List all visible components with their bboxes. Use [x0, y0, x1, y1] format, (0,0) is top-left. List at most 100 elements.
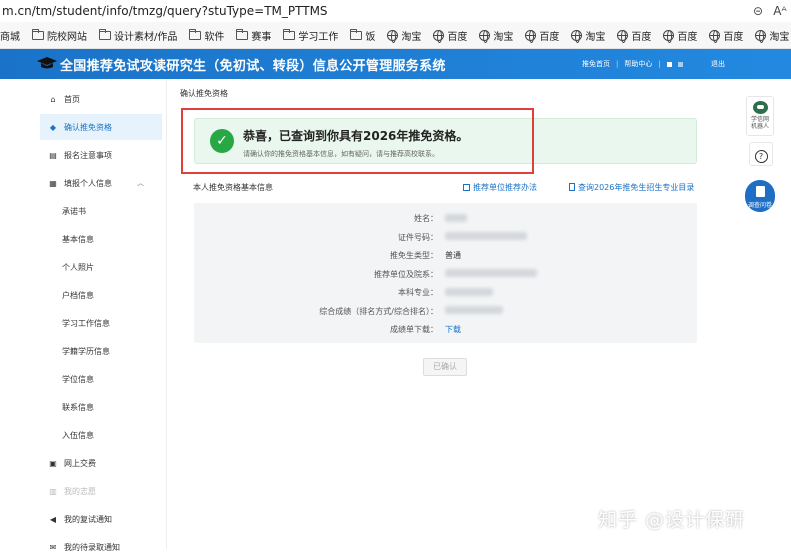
sidebar-item-label: 个人照片 — [62, 262, 94, 272]
sidebar-item-label: 我的待录取通知 — [64, 542, 120, 552]
watermark: 知乎 @设计保研 — [598, 509, 746, 531]
chevron-up-icon[interactable]: ︿ — [137, 178, 144, 188]
recommend-method-link[interactable]: 推荐单位推荐办法 — [463, 182, 537, 193]
bookmark-item[interactable]: 百度 — [663, 28, 697, 43]
sidebar-item[interactable]: 联系信息 — [40, 394, 162, 420]
mail-icon: ✉ — [49, 542, 57, 552]
bookmark-label: 百度 — [539, 31, 560, 43]
sidebar-item[interactable]: 基本信息 — [40, 226, 162, 252]
sidebar-item[interactable]: 户档信息 — [40, 282, 162, 308]
zoom-out-icon[interactable]: ⊝ — [747, 4, 769, 18]
info-row: 推免生类型： 普通 — [194, 250, 697, 262]
bookmark-item[interactable]: 淘宝 — [571, 28, 605, 43]
bookmark-label: 百度 — [723, 31, 744, 43]
bookmark-item[interactable]: 学习工作 — [283, 28, 338, 43]
sidebar-item-label: 户档信息 — [62, 290, 94, 300]
sidebar-item[interactable]: 个人照片 — [40, 254, 162, 280]
survey-widget[interactable]: 调查问卷 — [745, 180, 775, 212]
download-link[interactable]: 下载 — [445, 324, 461, 335]
info-value — [445, 213, 467, 222]
help-center-link[interactable]: 帮助中心 — [624, 59, 652, 69]
bookmark-item[interactable]: 百度 — [709, 28, 743, 43]
info-row: 综合成绩（排名方式/综合排名）： — [194, 306, 697, 318]
bookmark-item[interactable]: 淘宝 — [387, 28, 421, 43]
form-icon: ▦ — [49, 178, 57, 188]
bookmark-item[interactable]: 百度 — [617, 28, 651, 43]
info-value — [445, 287, 493, 296]
redacted-value — [445, 306, 503, 314]
bookmark-label: 赛事 — [251, 31, 272, 43]
address-bar[interactable]: m.cn/tm/student/info/tmzg/query?stuType=… — [0, 4, 747, 18]
read-aloud-icon[interactable]: Aᴬ — [769, 4, 791, 18]
sidebar-item[interactable]: ◆ 确认推免资格 — [40, 114, 162, 140]
bookmark-item[interactable]: 软件 — [189, 28, 224, 43]
confirmed-button[interactable]: 已确认 — [423, 358, 467, 376]
robot-label: 学信网机器人 — [750, 116, 769, 130]
sidebar-item-label: 学位信息 — [62, 374, 94, 384]
folder-icon — [283, 28, 296, 40]
sidebar-item[interactable]: ▤ 报名注意事项 — [40, 142, 162, 168]
robot-icon — [752, 101, 768, 114]
globe-icon — [433, 29, 445, 43]
sidebar-item[interactable]: 入伍信息 — [40, 422, 162, 448]
sidebar-item-label: 联系信息 — [62, 402, 94, 412]
info-row: 推荐单位及院系： — [194, 269, 697, 281]
bookmark-item[interactable]: 院校网站 — [32, 28, 87, 43]
logout-link[interactable]: 退出 — [711, 49, 725, 79]
speaker-icon: ◀ — [49, 514, 57, 524]
sidebar-item-label: 学习工作信息 — [62, 318, 110, 328]
sidebar-item[interactable]: ✉ 我的待录取通知 — [40, 534, 162, 560]
sidebar-item[interactable]: 学位信息 — [40, 366, 162, 392]
sidebar-item[interactable]: 承诺书 — [40, 198, 162, 224]
app-header: 全国推荐免试攻读研究生（免初试、转段）信息公开管理服务系统 推免首页 | 帮助中… — [0, 49, 791, 79]
robot-widget[interactable]: 学信网机器人 — [746, 96, 774, 136]
question-icon: ? — [754, 150, 768, 163]
sidebar: ⌂ 首页 ◆ 确认推免资格 ▤ 报名注意事项 ▦ 填报个人信息 ︿ 承诺书基本信息个人照片户档信息… — [0, 79, 167, 552]
globe-icon — [387, 29, 399, 43]
globe-icon — [571, 29, 583, 43]
bookmark-item[interactable]: 百度 — [433, 28, 467, 43]
sidebar-item-label: 学籍学历信息 — [62, 346, 110, 356]
folder-icon — [32, 28, 44, 40]
bookmark-item[interactable]: 淘宝 — [755, 28, 789, 43]
sidebar-item-label: 我的志愿 — [64, 486, 96, 496]
bookmark-item[interactable]: 赛事 — [236, 28, 271, 43]
sidebar-item[interactable]: 学籍学历信息 — [40, 338, 162, 364]
bookmark-label: 淘宝 — [493, 31, 514, 43]
sidebar-item-label: 基本信息 — [62, 234, 94, 244]
bookmarks-bar: 商城 院校网站 设计素材/作品 软件 赛事 学习工作 饭 淘宝 百度 淘宝 百度 淘宝 百度 百度 百度 淘宝… — [0, 22, 791, 49]
bookmark-item[interactable]: 淘宝 — [479, 28, 513, 43]
info-label: 姓名： — [414, 214, 438, 223]
globe-icon — [663, 29, 675, 43]
breadcrumb: 确认推免资格 — [180, 89, 228, 98]
bookmark-item[interactable]: 饭 — [350, 28, 375, 43]
catalog-link[interactable]: 查询2026年推免生招生专业目录 — [569, 182, 694, 193]
bookmark-label: 饭 — [365, 31, 376, 43]
help-widget[interactable]: ? — [749, 142, 773, 166]
document-icon — [569, 183, 575, 191]
bookmark-item[interactable]: 商城 — [0, 28, 20, 43]
bookmark-item[interactable]: 百度 — [525, 28, 559, 43]
folder-icon — [99, 28, 111, 40]
sidebar-item[interactable]: 学习工作信息 — [40, 310, 162, 336]
sidebar-item[interactable]: ▦ 填报个人信息 ︿ — [40, 170, 162, 196]
home-icon: ⌂ — [50, 94, 56, 104]
theme-square-icon[interactable] — [677, 61, 683, 67]
sidebar-item[interactable]: ▣ 网上交费 — [40, 450, 162, 476]
sidebar-item[interactable]: ⌂ 首页 — [40, 86, 162, 112]
sidebar-item-label: 网上交费 — [64, 458, 96, 468]
info-value — [445, 306, 503, 315]
survey-label: 调查问卷 — [747, 202, 772, 209]
sidebar-item[interactable]: ◀ 我的复试通知 — [40, 506, 162, 532]
home-link[interactable]: 推免首页 — [582, 59, 610, 69]
graduation-cap-icon — [36, 56, 60, 73]
bookmark-item[interactable]: 设计素材/作品 — [99, 28, 177, 43]
bookmark-label: 设计素材/作品 — [114, 31, 178, 43]
redacted-value — [445, 269, 537, 277]
info-row: 姓名： — [194, 213, 697, 225]
list-icon: ▤ — [49, 150, 57, 160]
theme-square-icon[interactable] — [666, 61, 672, 67]
bookmark-label: 淘宝 — [401, 31, 422, 43]
redacted-value — [445, 232, 527, 240]
bookmark-label: 软件 — [204, 31, 225, 43]
